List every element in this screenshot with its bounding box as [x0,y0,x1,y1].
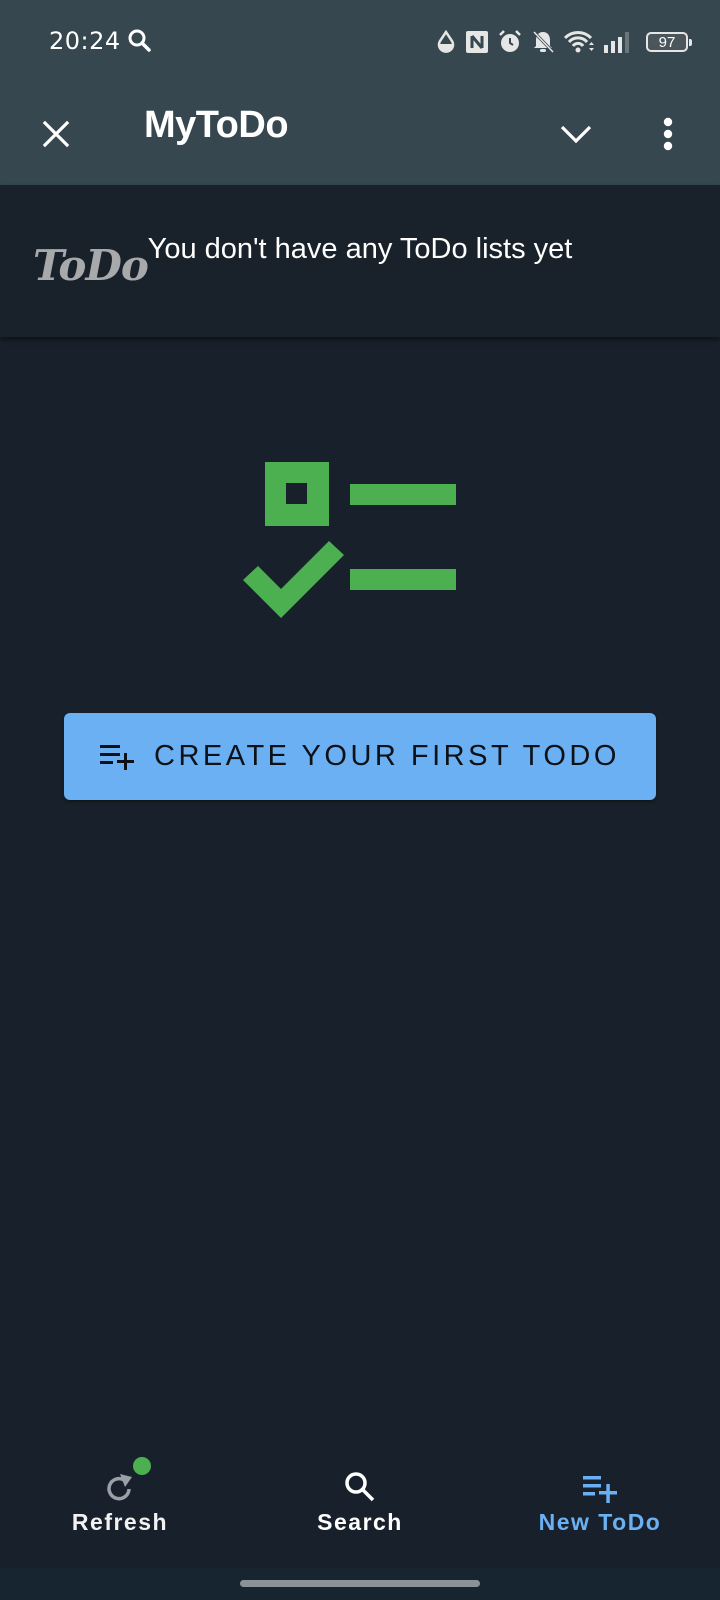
status-icons: 97 [436,27,692,57]
bottom-navigation: Refresh Search New ToDo [0,1430,720,1568]
nav-item-new-todo[interactable]: New ToDo [480,1430,720,1560]
empty-banner: ToDo You don't have any ToDo lists yet [0,185,720,337]
checklist-icon [243,462,456,618]
gesture-navigation-area [0,1568,720,1600]
refresh-icon [107,1474,132,1501]
nav-label-new-todo: New ToDo [538,1509,662,1535]
more-vert-icon [663,117,673,151]
playlist-add-icon [100,744,135,770]
status-bar: 20:24 97 [0,0,720,84]
battery-icon: 97 [646,32,692,52]
gesture-handle[interactable] [240,1580,480,1587]
more-options-button[interactable] [648,108,688,160]
data-saver-icon [436,30,456,54]
search-icon [345,1472,375,1502]
nav-label-refresh: Refresh [71,1509,169,1535]
alarm-icon [498,30,522,54]
app-title: MyToDo [144,104,289,146]
battery-level: 97 [658,33,676,51]
notifications-off-icon [532,30,554,54]
close-icon [42,120,70,148]
list-line-2 [350,569,456,590]
banner-message: You don't have any ToDo lists yet [147,233,573,265]
wifi-icon [564,30,594,54]
search-icon [127,28,153,54]
nav-item-search[interactable]: Search [240,1430,480,1560]
create-first-todo-button[interactable]: CREATE YOUR FIRST TODO [64,713,656,800]
checkmark-shape [243,541,344,618]
signal-icon [604,31,632,53]
list-line-1 [350,484,456,505]
nfc-icon [466,31,488,53]
playlist-add-icon [583,1476,617,1503]
refresh-badge-dot [133,1457,151,1475]
status-time: 20:24 [49,27,121,55]
todo-logo: ToDo [33,241,149,290]
expand-button[interactable] [550,108,602,160]
nav-item-refresh[interactable]: Refresh [0,1430,240,1560]
create-button-label: CREATE YOUR FIRST TODO [154,740,620,772]
chevron-down-icon [560,125,592,144]
nav-label-search: Search [317,1509,403,1535]
close-button[interactable] [30,108,82,160]
app-bar: MyToDo [0,84,720,185]
